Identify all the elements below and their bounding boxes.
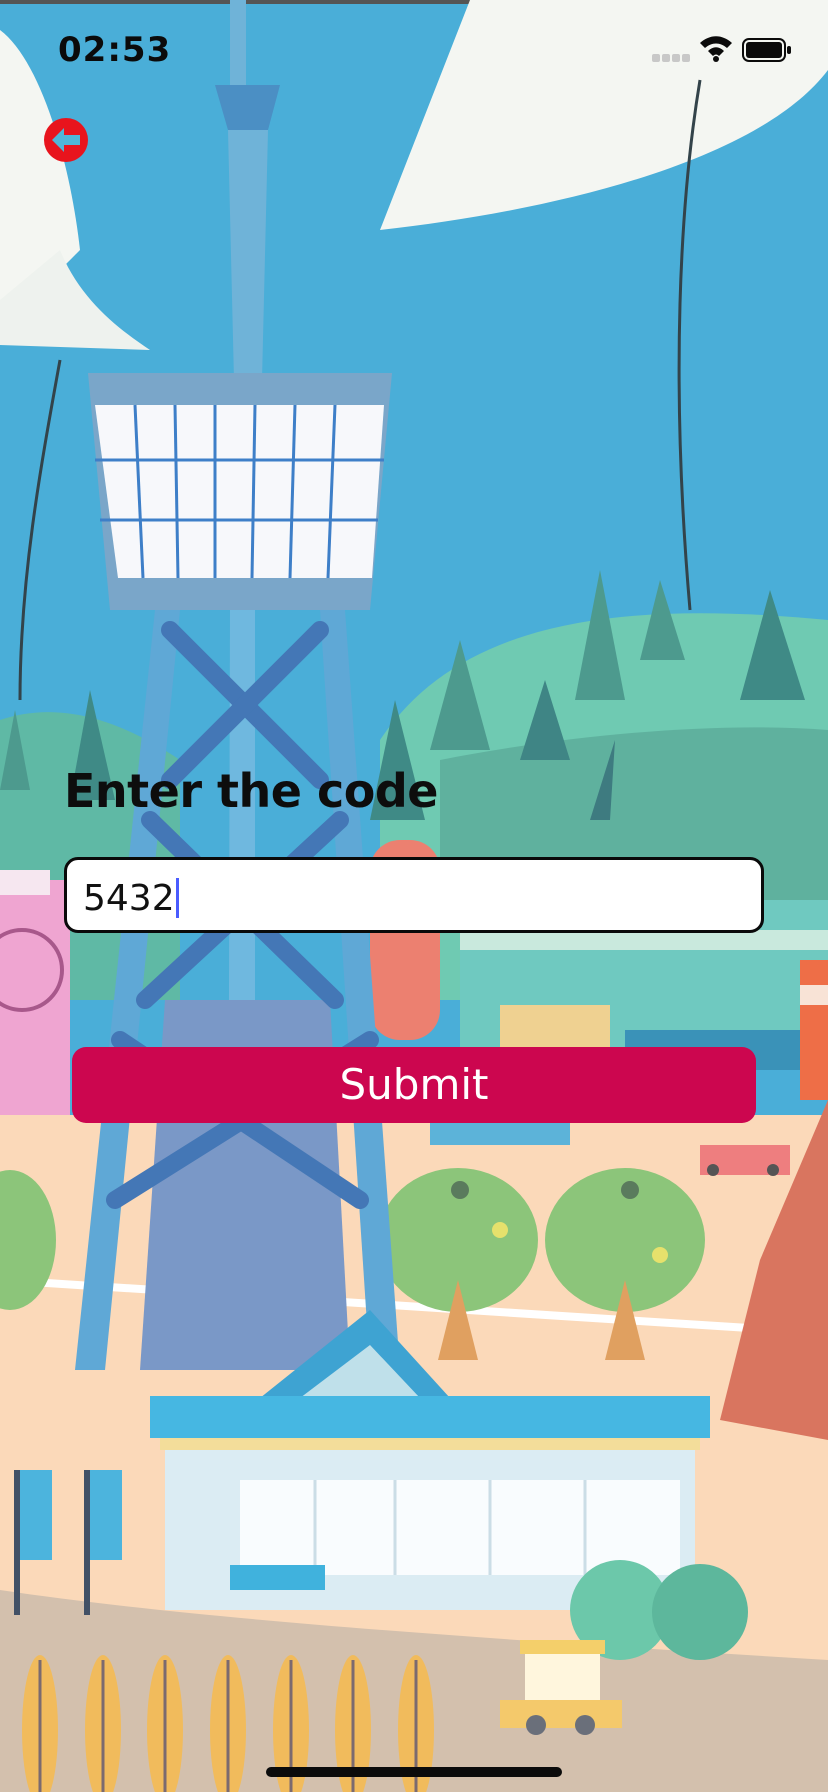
text-caret: [175, 878, 179, 918]
code-input-value: 5432: [83, 878, 179, 919]
submit-button[interactable]: Submit: [72, 1047, 756, 1123]
cellular-signal-icon: [652, 54, 692, 62]
status-time: 02:53: [58, 30, 172, 70]
battery-icon: [742, 38, 791, 62]
wifi-icon: [700, 36, 732, 62]
code-entry-screen: 02:53 Enter the code 5432 Submit: [0, 0, 828, 1792]
home-indicator[interactable]: [266, 1767, 562, 1777]
status-bar: 02:53: [0, 0, 828, 100]
code-input[interactable]: 5432: [64, 857, 764, 933]
enter-code-heading: Enter the code: [64, 764, 439, 818]
back-button[interactable]: [44, 118, 88, 162]
back-arrow-icon: [52, 128, 80, 152]
code-input-text: 5432: [83, 878, 175, 919]
